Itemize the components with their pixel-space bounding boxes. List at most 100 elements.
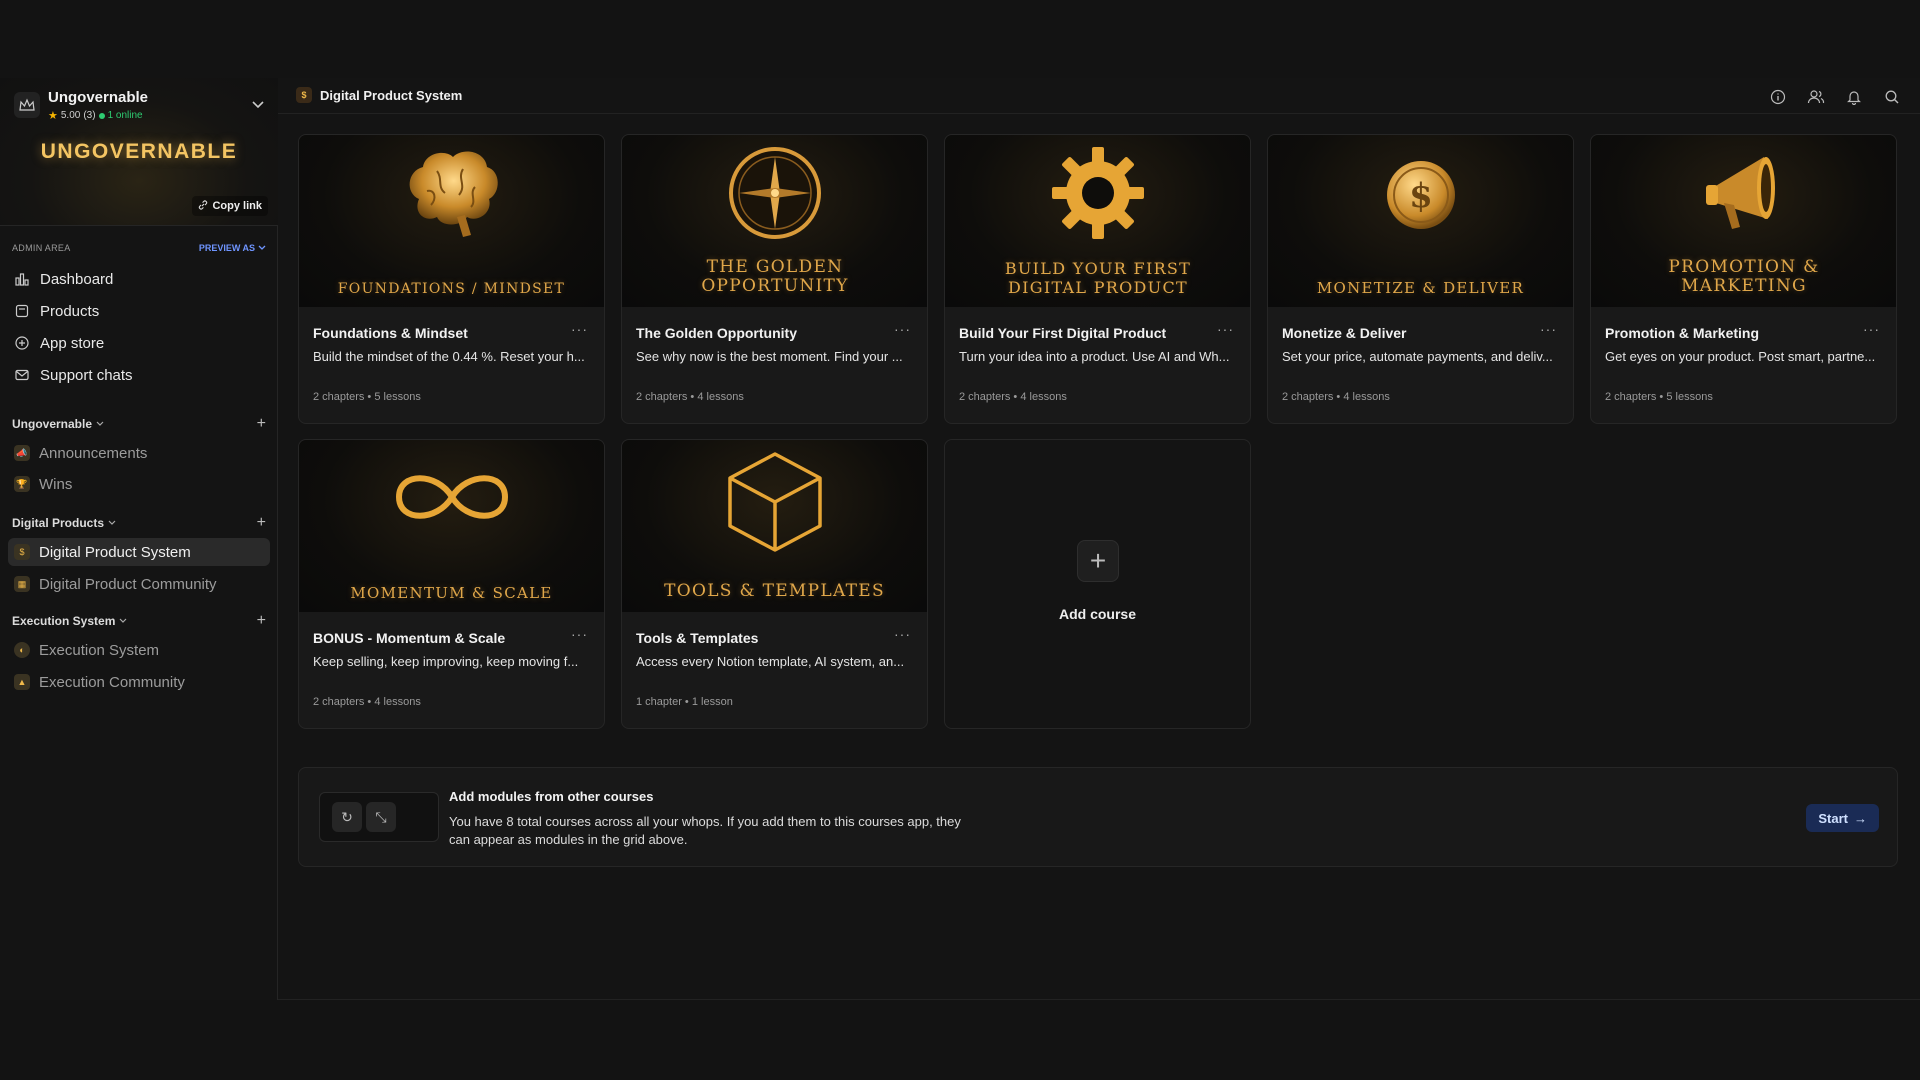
- sidebar-item-label: Execution System: [39, 641, 160, 659]
- more-options-icon[interactable]: ···: [1217, 321, 1234, 337]
- more-options-icon[interactable]: ···: [571, 626, 588, 642]
- course-meta: 2 chapters • 4 lessons: [1282, 391, 1390, 403]
- section-execution-system: Execution System +: [12, 613, 266, 629]
- chevron-down-icon: [108, 520, 116, 525]
- chapter-count: 2 chapters: [959, 391, 1011, 403]
- section-toggle[interactable]: Ungovernable: [12, 417, 104, 431]
- course-description: Keep selling, keep improving, keep movin…: [313, 654, 579, 669]
- more-options-icon[interactable]: ···: [894, 321, 911, 337]
- course-card[interactable]: TOOLS & TEMPLATES Tools & Templates ··· …: [621, 439, 928, 729]
- star-icon: ★: [48, 110, 58, 122]
- course-card[interactable]: BUILD YOUR FIRST DIGITAL PRODUCT Build Y…: [944, 134, 1251, 424]
- crown-icon: [14, 92, 40, 118]
- lesson-count: 4 lessons: [374, 696, 421, 708]
- sidebar-item-execution-community[interactable]: ▲ Execution Community: [8, 668, 270, 696]
- users-icon[interactable]: [1806, 87, 1826, 107]
- chapter-count: 2 chapters: [636, 391, 688, 403]
- more-options-icon[interactable]: ···: [1863, 321, 1880, 337]
- start-label: Start: [1818, 810, 1848, 826]
- add-channel-button[interactable]: +: [257, 613, 266, 629]
- workspace-logo: UNGOVERNABLE: [40, 140, 238, 163]
- sidebar-item-execution-system[interactable]: ◐ Execution System: [8, 636, 270, 664]
- thumbnail-title: MONETIZE & DELIVER: [1316, 278, 1525, 297]
- dollar-icon: $: [296, 87, 312, 103]
- bell-icon[interactable]: [1844, 87, 1864, 107]
- lesson-count: 5 lessons: [1666, 391, 1713, 403]
- course-title: Foundations & Mindset: [313, 325, 468, 341]
- lesson-count: 5 lessons: [374, 391, 421, 403]
- online-dot-icon: [98, 112, 105, 119]
- add-channel-button[interactable]: +: [257, 515, 266, 531]
- megaphone-icon: [1591, 143, 1896, 243]
- more-options-icon[interactable]: ···: [894, 626, 911, 642]
- course-thumbnail: $ MONETIZE & DELIVER: [1268, 135, 1573, 307]
- banner-icons: ↻ ⤡: [319, 792, 439, 842]
- brain-icon: [299, 143, 604, 243]
- products-icon: [15, 304, 29, 318]
- add-channel-button[interactable]: +: [257, 416, 266, 432]
- preview-as-button[interactable]: PREVIEW AS: [199, 243, 266, 253]
- lesson-count: 1 lesson: [691, 696, 733, 708]
- top-icons: [1768, 87, 1902, 107]
- course-meta: 2 chapters • 4 lessons: [959, 391, 1067, 403]
- course-card[interactable]: $ MONETIZE & DELIVER Monetize & Deliver …: [1267, 134, 1574, 424]
- sidebar-item-label: Execution Community: [39, 673, 185, 691]
- thumbnail-title: FOUNDATIONS / MINDSET: [337, 280, 566, 297]
- course-thumbnail: TOOLS & TEMPLATES: [622, 440, 927, 612]
- chevron-down-icon: [258, 245, 266, 250]
- breadcrumb: $ Digital Product System: [296, 87, 462, 103]
- app-store-icon: [15, 336, 29, 350]
- sidebar-item-announcements[interactable]: 📣 Announcements: [8, 439, 270, 467]
- link-icon: [198, 199, 208, 213]
- copy-link-button[interactable]: Copy link: [192, 196, 268, 216]
- chapter-count: 2 chapters: [1605, 391, 1657, 403]
- more-options-icon[interactable]: ···: [1540, 321, 1557, 337]
- dashboard-icon: [15, 273, 29, 286]
- chevron-down-icon: [96, 421, 104, 426]
- gear-icon: [945, 143, 1250, 243]
- course-card[interactable]: MOMENTUM & SCALE BONUS - Momentum & Scal…: [298, 439, 605, 729]
- section-digital-products: Digital Products +: [12, 515, 266, 531]
- course-thumbnail: PROMOTION & MARKETING: [1591, 135, 1896, 307]
- workspace-header[interactable]: Ungovernable ★ 5.00 (3) 1 online UNGOVER…: [0, 78, 278, 226]
- start-button[interactable]: Start →: [1806, 804, 1879, 832]
- sidebar-item-digital-product-system[interactable]: $ Digital Product System: [8, 538, 270, 566]
- chevron-down-icon[interactable]: [252, 96, 264, 114]
- section-toggle[interactable]: Digital Products: [12, 516, 116, 530]
- dollar-icon: $: [14, 544, 30, 560]
- sidebar-item-wins[interactable]: 🏆 Wins: [8, 470, 270, 498]
- sidebar-item-digital-product-community[interactable]: ▦ Digital Product Community: [8, 570, 270, 598]
- course-title: The Golden Opportunity: [636, 325, 797, 341]
- sidebar-item-label: Wins: [39, 475, 73, 493]
- course-description: Build the mindset of the 0.44 %. Reset y…: [313, 349, 585, 364]
- arrow-right-icon: →: [1854, 810, 1867, 826]
- sidebar-item-dashboard[interactable]: Dashboard: [8, 265, 270, 293]
- course-meta: 2 chapters • 5 lessons: [1605, 391, 1713, 403]
- sidebar: Ungovernable ★ 5.00 (3) 1 online UNGOVER…: [0, 78, 278, 1000]
- lesson-count: 4 lessons: [1343, 391, 1390, 403]
- add-course-card[interactable]: + Add course: [944, 439, 1251, 729]
- course-meta: 2 chapters • 5 lessons: [313, 391, 421, 403]
- course-card[interactable]: FOUNDATIONS / MINDSET Foundations & Mind…: [298, 134, 605, 424]
- course-thumbnail: THE GOLDEN OPPORTUNITY: [622, 135, 927, 307]
- workspace-meta: ★ 5.00 (3) 1 online: [48, 109, 143, 122]
- add-course-label: Add course: [1058, 606, 1136, 622]
- search-icon[interactable]: [1882, 87, 1902, 107]
- course-card[interactable]: THE GOLDEN OPPORTUNITY The Golden Opport…: [621, 134, 928, 424]
- more-options-icon[interactable]: ···: [571, 321, 588, 337]
- online-count: 1 online: [107, 110, 143, 121]
- info-icon[interactable]: [1768, 87, 1788, 107]
- cube-icon: [622, 446, 927, 556]
- app-window: Ungovernable ★ 5.00 (3) 1 online UNGOVER…: [0, 78, 1920, 1000]
- section-toggle[interactable]: Execution System: [12, 614, 127, 628]
- course-card[interactable]: PROMOTION & MARKETING Promotion & Market…: [1590, 134, 1897, 424]
- sidebar-item-products[interactable]: Products: [8, 297, 270, 325]
- sidebar-item-label: Digital Product Community: [39, 575, 217, 593]
- thumbnail-title: BUILD YOUR FIRST DIGITAL PRODUCT: [1004, 259, 1192, 297]
- sidebar-item-label: Digital Product System: [39, 543, 191, 561]
- thumbnail-title: MOMENTUM & SCALE: [350, 583, 553, 602]
- sidebar-item-support-chats[interactable]: Support chats: [8, 361, 270, 389]
- community-icon: ▲: [14, 674, 30, 690]
- sidebar-item-app-store[interactable]: App store: [8, 329, 270, 357]
- course-description: Access every Notion template, AI system,…: [636, 654, 905, 669]
